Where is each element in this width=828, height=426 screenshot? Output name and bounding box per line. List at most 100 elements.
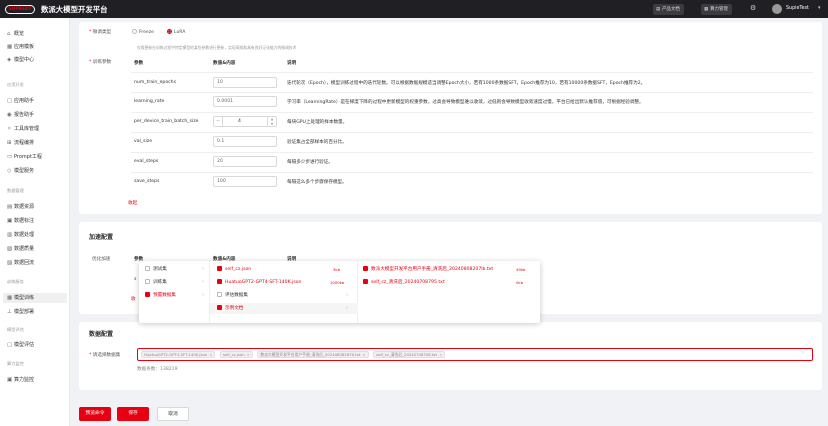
sidebar-item-templates[interactable]: ▦ 应用模板 — [7, 42, 69, 52]
avatar[interactable] — [772, 4, 782, 14]
sidebar-item-tools[interactable]: ✧ 工具库管理 — [7, 124, 69, 134]
cascader-option-test[interactable]: 测试集 — [145, 265, 167, 274]
dataset-tag[interactable]: HuatuoGPT2-GPT4-SFT-140K.json × — [141, 351, 216, 358]
accel-row-partial: s — [134, 277, 137, 282]
file-size: 1000kb — [330, 280, 345, 285]
dataset-multi-select[interactable]: HuatuoGPT2-GPT4-SFT-140K.json × self_cz.j… — [137, 348, 813, 361]
checkbox[interactable] — [217, 292, 222, 297]
chevron-right-icon: › — [202, 279, 204, 285]
username[interactable]: SupieTest — [786, 6, 809, 11]
section-title-acceleration: 加速配置 — [89, 234, 114, 241]
collapse-params-link[interactable]: 收起 — [128, 200, 137, 206]
sidebar-item-data-annotation[interactable]: ▣ 数据标注 — [7, 216, 69, 226]
deploy-icon: ⊥ — [7, 309, 12, 315]
checkbox-checked[interactable] — [217, 279, 222, 284]
flow-icon: ⊞ — [7, 140, 12, 146]
close-icon[interactable]: × — [439, 352, 442, 357]
checkbox-checked[interactable] — [145, 292, 150, 297]
param-stepper-batch-size[interactable]: − 4 ▲ ▼ — [213, 116, 277, 127]
dataset-tag[interactable]: 数派大模型开发平台用户手册_清洗后_202408082876.txt × — [257, 351, 369, 358]
sidebar-item-label: 算力监控 — [14, 377, 35, 383]
cascader-option-file[interactable]: 数派大模型开发平台用户手册_清洗后_20240808207lb.txt — [363, 265, 493, 274]
checkbox[interactable] — [145, 279, 150, 284]
document-icon: ▤ — [656, 7, 661, 12]
settings-icon[interactable]: ⚙ — [750, 4, 756, 12]
sidebar-item-app-assistant[interactable]: ▢ 应用助手 — [7, 96, 69, 106]
sidebar-item-label: Prompt工程 — [14, 154, 42, 160]
collapse-accel-link[interactable]: 收 — [131, 296, 136, 302]
chevron-down-icon[interactable]: ▾ — [818, 5, 821, 11]
radio-lora[interactable]: LoRA — [167, 29, 185, 35]
cascader-option-file[interactable]: HuatuoGPT2-GPT4-SFT-140K.json — [217, 278, 301, 287]
acceleration-label: 优化加速 — [92, 257, 111, 262]
sidebar-item-label: 流程编排 — [14, 140, 35, 146]
cascader-option-train[interactable]: 训练集 — [145, 278, 167, 287]
cascader-option-preset[interactable]: 预置数据集 — [145, 291, 176, 300]
docs-button[interactable]: ▤ 产品文档 — [653, 4, 684, 15]
cascader-option-eval-set[interactable]: 评估数据集 — [217, 291, 248, 300]
param-desc: 验证集占全部样本的百分比。 — [287, 140, 347, 145]
cascader-option-sample-docs[interactable]: 示例文档 — [217, 304, 243, 313]
params-col-name: 参数 — [134, 61, 144, 66]
minus-icon[interactable]: − — [214, 117, 223, 126]
stepper-value[interactable]: 4 — [238, 117, 241, 126]
sidebar-item-model-service[interactable]: ◇ 模型服务 — [7, 166, 69, 176]
training-icon: ▦ — [7, 295, 13, 301]
sidebar-item-model-eval[interactable]: ▢ 模型评估 — [7, 340, 69, 350]
sidebar-item-workflow[interactable]: ⊞ 流程编排 — [7, 138, 69, 148]
reflow-icon: ▨ — [7, 260, 13, 266]
preview-command-button[interactable]: 预览命令 — [79, 407, 111, 421]
checkbox[interactable] — [145, 266, 150, 271]
sidebar-item-overview[interactable]: ⌂ 概览 — [7, 29, 69, 39]
stepper-arrows-icon[interactable]: ▲ ▼ — [267, 117, 276, 126]
sidebar-item-data-processing[interactable]: ▥ 数据处理 — [7, 230, 69, 240]
chevron-up-icon[interactable]: ⌃ — [801, 351, 805, 357]
sidebar-item-report-assistant[interactable]: ◉ 报告助手 — [7, 110, 69, 120]
top-bar: SUPREDT 数派大模型开发平台 ▤ 产品文档 ▦ 算力管理 ⚙ SupieTes… — [0, 0, 828, 18]
radio-circle-selected — [167, 29, 172, 34]
sidebar-item-label: 应用模板 — [14, 44, 35, 50]
close-icon[interactable]: × — [247, 352, 250, 357]
sidebar-item-label: 数据标注 — [14, 218, 35, 224]
radio-freeze[interactable]: Freeze — [132, 29, 154, 35]
cancel-button[interactable]: 取消 — [157, 407, 189, 421]
sidebar-item-label: 报告助手 — [14, 112, 35, 118]
dataset-count: 数据条数：138219 — [137, 367, 178, 372]
compute-button[interactable]: ▦ 算力管理 — [701, 4, 732, 15]
sidebar-item-model-training[interactable]: ▦ 模型训练 — [3, 293, 67, 303]
dataset-tag[interactable]: self_cz_清洗后_20240708708.txt × — [373, 351, 446, 358]
checkbox-checked[interactable] — [217, 266, 222, 271]
params-label: * 训练参数 — [89, 60, 112, 65]
sidebar-item-data-reflow[interactable]: ▨ 数据回流 — [7, 258, 69, 268]
cascader-option-file[interactable]: self_cz_清洗后_20240708795.txt — [363, 278, 445, 287]
sidebar-item-data-resources[interactable]: ▤ 数据资源 — [7, 202, 69, 212]
param-name: eval_steps — [134, 159, 159, 164]
dataset-tag[interactable]: self_cz.json × — [219, 351, 253, 358]
chevron-right-icon: › — [202, 266, 204, 272]
close-icon[interactable]: × — [362, 352, 365, 357]
sidebar-item-compute-monitor[interactable]: ▣ 算力监控 — [7, 375, 69, 385]
app-title: 数派大模型开发平台 — [41, 5, 108, 14]
sidebar-item-prompt[interactable]: ▭ Prompt工程 — [7, 152, 69, 162]
cascader-option-file[interactable]: self_cz.json — [217, 265, 251, 274]
sidebar-item-model-deploy[interactable]: ⊥ 模型部署 — [7, 307, 69, 317]
checkbox-checked[interactable] — [217, 305, 222, 310]
sidebar-item-label: 工具库管理 — [14, 126, 40, 132]
checkbox-checked[interactable] — [363, 266, 368, 271]
checkbox-checked[interactable] — [363, 279, 368, 284]
brand-logo[interactable]: SUPREDT — [5, 5, 35, 14]
sidebar-item-model-center[interactable]: ◈ 模型中心 — [7, 55, 69, 65]
param-input-learning-rate[interactable]: 0.0001 — [213, 96, 277, 107]
param-input-val-size[interactable]: 0.1 — [213, 136, 277, 147]
home-icon: ⌂ — [7, 31, 11, 37]
param-input-save-steps[interactable]: 100 — [213, 176, 277, 187]
save-button[interactable]: 保存 — [117, 407, 149, 421]
sidebar-item-data-quality[interactable]: ▧ 数据质量 — [7, 244, 69, 254]
param-input-eval-steps[interactable]: 20 — [213, 156, 277, 167]
param-input-epochs[interactable]: 10 — [213, 77, 277, 88]
chevron-right-icon: › — [346, 292, 348, 298]
sidebar-item-label: 概览 — [14, 31, 25, 37]
report-icon: ◉ — [7, 112, 12, 118]
sidebar-item-label: 模型部署 — [14, 309, 35, 315]
close-icon[interactable]: × — [209, 352, 212, 357]
